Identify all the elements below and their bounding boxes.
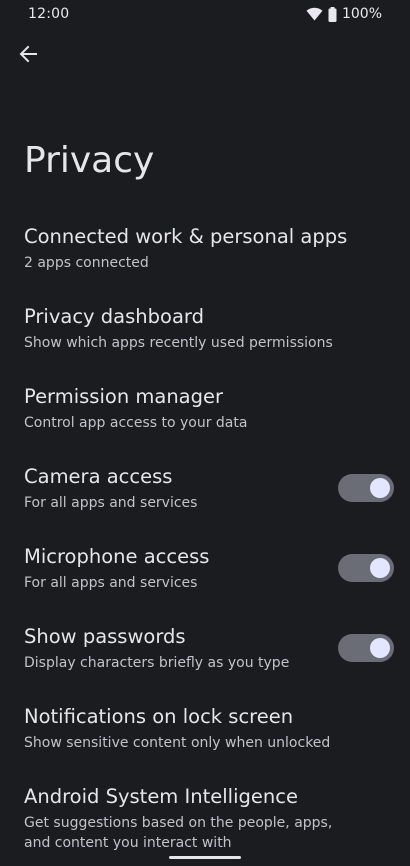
arrow-back-icon [19, 45, 37, 67]
list-item-summary: Show which apps recently used permission… [24, 335, 333, 351]
battery-icon [328, 6, 337, 22]
list-item-title: Camera access [24, 465, 173, 488]
back-button[interactable] [12, 40, 44, 72]
camera-access-toggle[interactable] [338, 474, 394, 502]
list-item-privacy-dashboard[interactable]: Privacy dashboard Show which apps recent… [0, 302, 410, 382]
status-bar: 12:00 100% [0, 0, 410, 30]
wifi-icon [306, 7, 323, 21]
microphone-access-toggle[interactable] [338, 554, 394, 582]
list-item-summary: For all apps and services [24, 575, 198, 591]
list-item-summary: Show sensitive content only when unlocke… [24, 735, 331, 751]
list-item-title: Permission manager [24, 385, 224, 408]
list-item-title: Privacy dashboard [24, 305, 204, 328]
status-icons: 100% [306, 6, 382, 22]
list-item-title: Microphone access [24, 545, 210, 568]
list-item-connected-apps[interactable]: Connected work & personal apps 2 apps co… [0, 222, 410, 302]
page-title: Privacy [24, 140, 155, 181]
toggle-thumb [370, 558, 390, 578]
list-item-summary: For all apps and services [24, 495, 198, 511]
toggle-thumb [370, 638, 390, 658]
battery-percent: 100% [341, 6, 382, 22]
list-item-title: Notifications on lock screen [24, 705, 294, 728]
list-item-summary: Display characters briefly as you type [24, 655, 290, 671]
list-item-summary: 2 apps connected [24, 255, 149, 271]
toggle-thumb [370, 478, 390, 498]
show-passwords-toggle[interactable] [338, 634, 394, 662]
list-item-permission-manager[interactable]: Permission manager Control app access to… [0, 382, 410, 462]
list-item-summary: Control app access to your data [24, 415, 248, 431]
settings-list: Connected work & personal apps 2 apps co… [0, 222, 410, 862]
gesture-nav-handle[interactable] [169, 856, 241, 859]
list-item-summary: Get suggestions based on the people, app… [24, 815, 333, 851]
status-time: 12:00 [28, 6, 70, 22]
list-item-lock-screen-notifications[interactable]: Notifications on lock screen Show sensit… [0, 702, 410, 782]
list-item-android-system-intelligence[interactable]: Android System Intelligence Get suggesti… [0, 782, 410, 862]
list-item-title: Android System Intelligence [24, 785, 298, 808]
list-item-title: Connected work & personal apps [24, 225, 348, 248]
list-item-title: Show passwords [24, 625, 186, 648]
